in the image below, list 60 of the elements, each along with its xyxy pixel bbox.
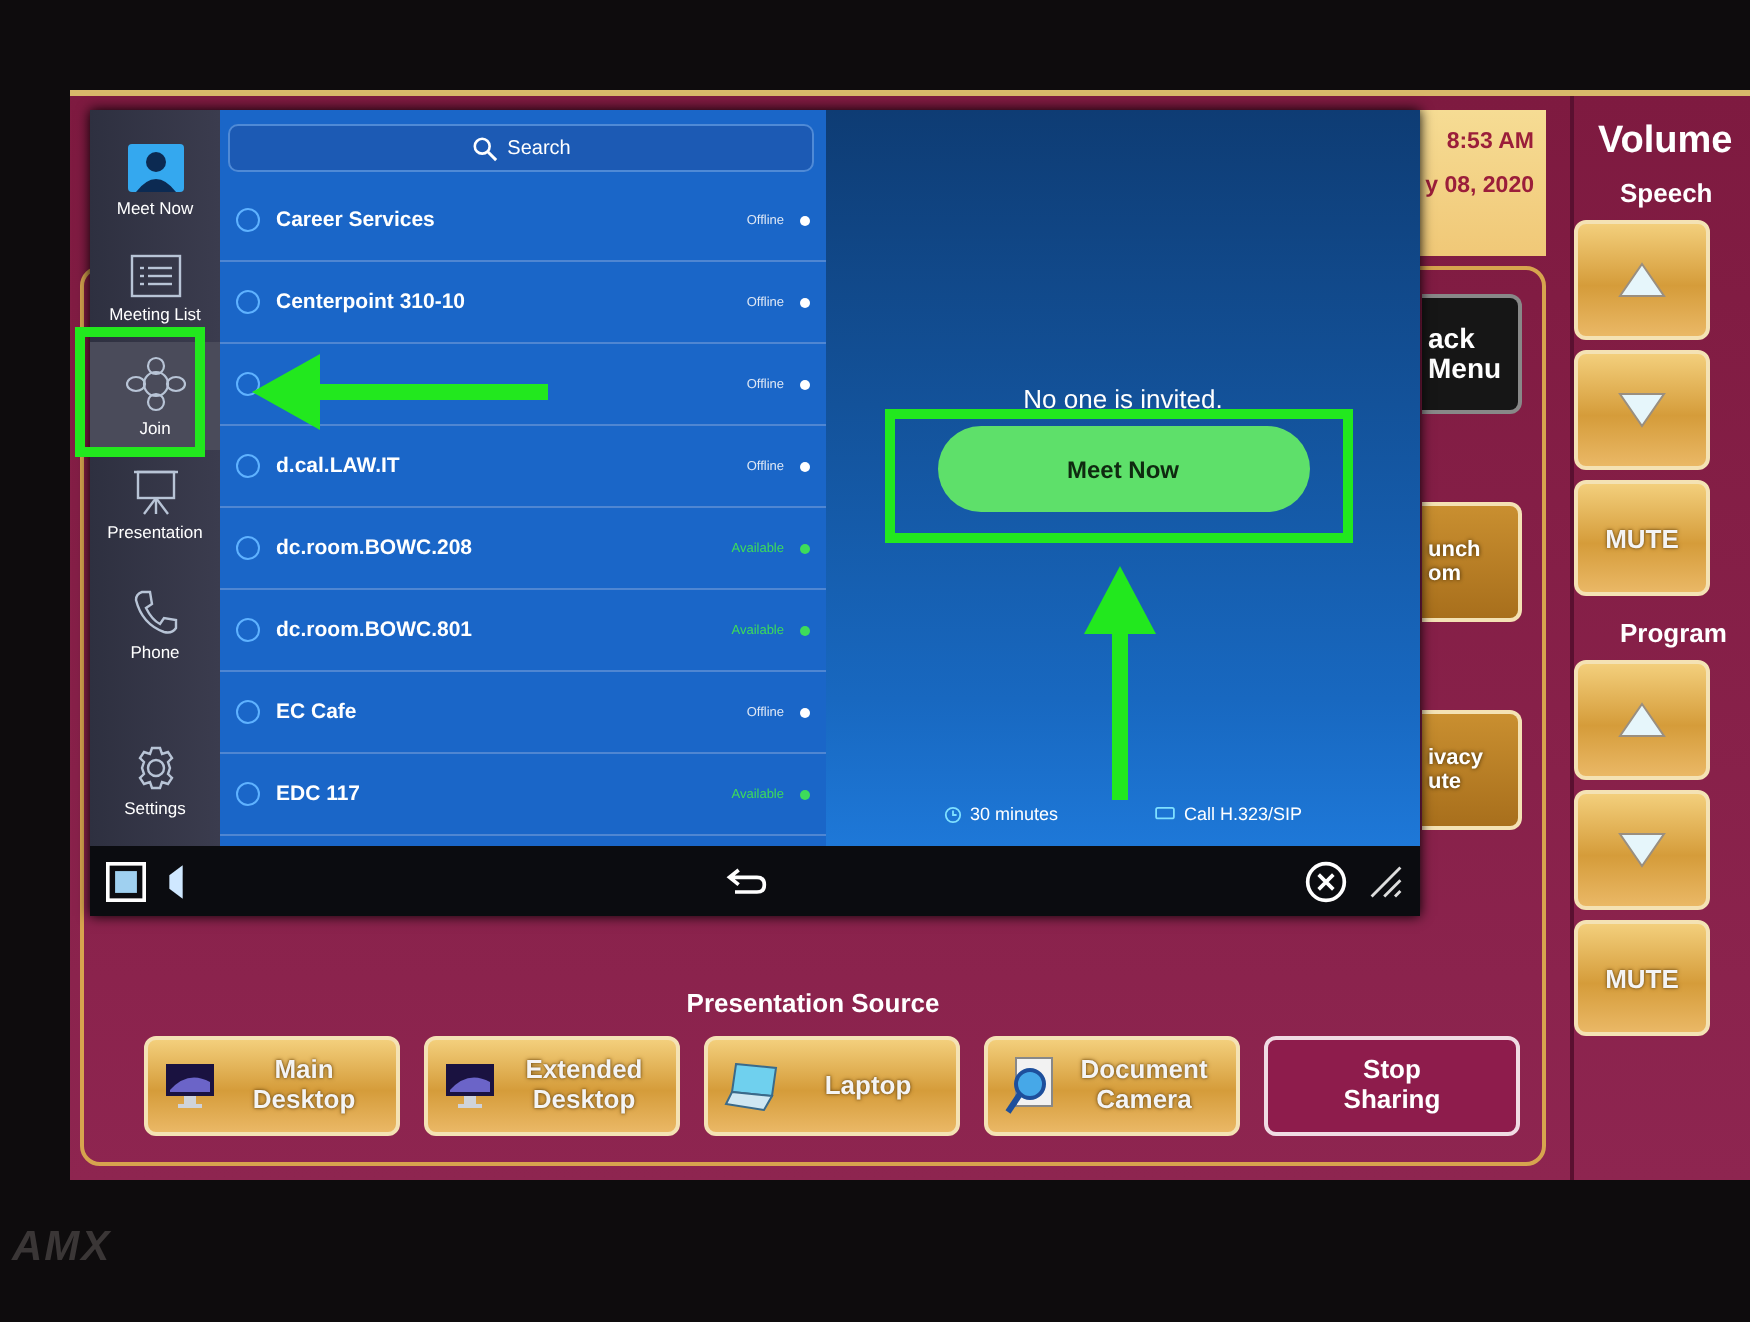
down-triangle-icon xyxy=(1618,392,1666,428)
highlight-frame xyxy=(75,327,205,457)
menu-button[interactable]: ivacy ute xyxy=(1422,710,1522,830)
menu-button[interactable]: ack Menu xyxy=(1422,294,1522,414)
sidebar-item[interactable]: Presentation xyxy=(90,450,220,558)
magnifier-icon xyxy=(1004,1056,1056,1116)
contact-name: EC Cafe xyxy=(276,700,359,724)
volume-down-button[interactable] xyxy=(1574,790,1710,910)
radio-circle[interactable] xyxy=(236,700,260,724)
search-icon xyxy=(471,135,498,161)
meet-now-button[interactable]: Meet Now xyxy=(937,426,1309,512)
call-type-label[interactable]: Call H.323/SIP xyxy=(1184,804,1303,824)
up-triangle-icon xyxy=(1618,702,1666,738)
contact-name: Career Services xyxy=(276,208,437,232)
volume-down-button[interactable] xyxy=(1574,350,1710,470)
join-icon xyxy=(125,355,185,411)
person-icon xyxy=(127,143,183,191)
back-arrow-icon[interactable] xyxy=(723,866,767,896)
duration-dropdown[interactable]: 30 minutes xyxy=(969,804,1058,824)
down-triangle-icon xyxy=(1618,832,1666,868)
volume-up-button[interactable] xyxy=(1574,220,1710,340)
sidebar-item[interactable]: Meeting List xyxy=(90,234,220,342)
contact-name: Centerpoint 310-10 xyxy=(276,290,468,314)
contact-name: d.cal.LAW.IT xyxy=(276,454,402,478)
search-field[interactable]: Search xyxy=(228,124,814,172)
monitor-icon xyxy=(164,1062,216,1110)
time-label: 8:53 AM xyxy=(1446,130,1534,154)
invite-message: No one is invited. xyxy=(1023,384,1223,414)
radio-circle[interactable] xyxy=(236,782,260,806)
monitor-icon xyxy=(444,1062,496,1110)
resize-icon[interactable] xyxy=(1368,863,1404,899)
phone-icon xyxy=(131,587,179,635)
radio-circle[interactable] xyxy=(236,536,260,560)
sidebar-item[interactable]: Meet Now xyxy=(90,126,220,234)
radio-circle[interactable] xyxy=(236,618,260,642)
clock-icon xyxy=(943,805,962,823)
list-icon xyxy=(129,253,181,297)
contact-name: dc.room.BOWC.208 xyxy=(276,536,475,560)
group-label: Speech xyxy=(1620,178,1713,208)
up-triangle-icon xyxy=(1618,262,1666,298)
volume-up-button[interactable] xyxy=(1574,660,1710,780)
sidebar-item[interactable]: Settings xyxy=(90,726,220,834)
menu-button[interactable]: unch om xyxy=(1422,502,1522,622)
close-icon[interactable] xyxy=(1304,859,1348,903)
square-icon[interactable] xyxy=(106,861,146,901)
screen-icon xyxy=(1154,806,1176,822)
speaker-icon[interactable] xyxy=(166,863,186,899)
contact-name: dc.room.BOWC.801 xyxy=(276,618,475,642)
volume-title: Volume xyxy=(1598,120,1733,164)
radio-circle[interactable] xyxy=(236,208,260,232)
contact-name: EDC 117 xyxy=(276,782,363,806)
sidebar-item[interactable]: Phone xyxy=(90,570,220,678)
radio-circle[interactable] xyxy=(236,454,260,478)
section-title: Presentation Source xyxy=(684,988,942,1018)
group-label: Program xyxy=(1620,618,1727,648)
easel-icon xyxy=(129,467,181,515)
source-button[interactable]: Stop Sharing xyxy=(1264,1036,1520,1136)
date-label: y 08, 2020 xyxy=(1425,174,1534,198)
sidebar-item[interactable]: Join xyxy=(90,342,220,450)
radio-circle[interactable] xyxy=(236,290,260,314)
